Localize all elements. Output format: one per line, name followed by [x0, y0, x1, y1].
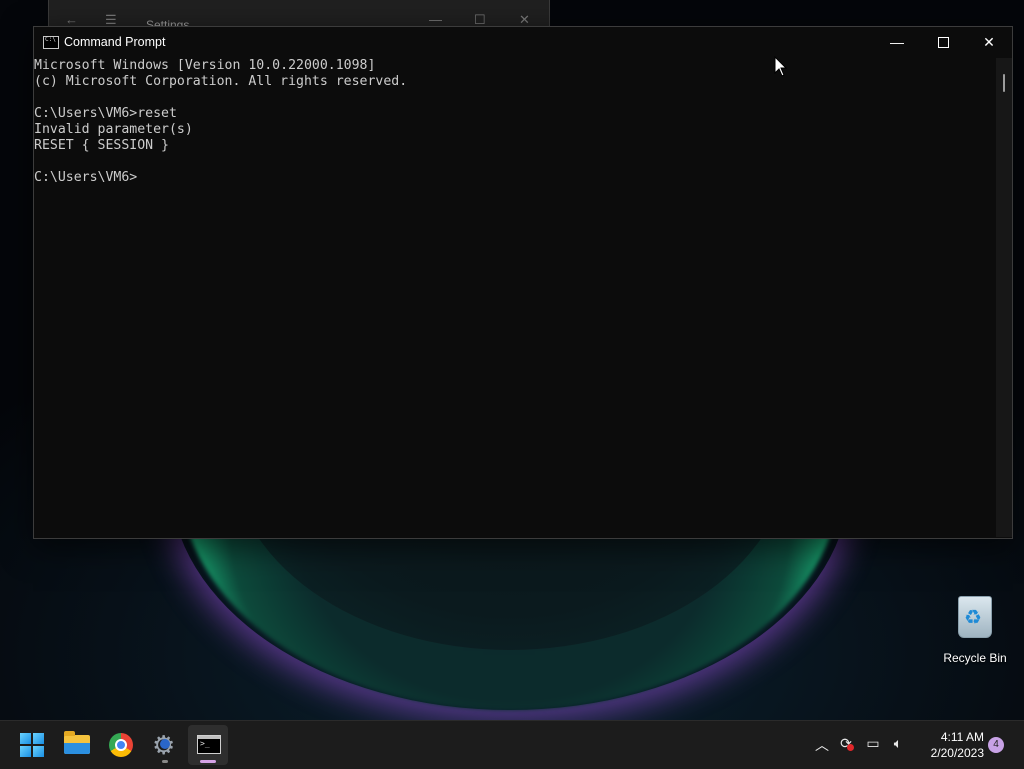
minimize-button[interactable]: — — [874, 27, 920, 58]
chrome-icon — [109, 733, 133, 757]
command-prompt-button[interactable] — [188, 725, 228, 765]
cmd-app-icon — [43, 36, 59, 49]
network-icon[interactable]: ▭ — [863, 735, 883, 752]
gear-center — [160, 739, 170, 749]
window-title: Command Prompt — [64, 35, 166, 49]
console-line: Invalid parameter(s) — [34, 122, 193, 137]
clock-date: 2/20/2023 — [930, 746, 984, 760]
close-icon: ✕ — [983, 34, 995, 50]
clock[interactable]: 4:11 AM 2/20/2023 — [914, 729, 984, 761]
clock-time: 4:11 AM — [940, 730, 984, 744]
settings-button[interactable]: ⚙ — [145, 725, 185, 765]
minimize-icon[interactable]: — — [429, 12, 442, 27]
command-prompt-window[interactable]: Command Prompt — ✕ Microsoft Windows [Ve… — [33, 26, 1013, 539]
console-line: RESET { SESSION } — [34, 138, 169, 153]
terminal-icon — [197, 735, 221, 754]
console-line: Microsoft Windows [Version 10.0.22000.10… — [34, 58, 376, 73]
console-output[interactable]: Microsoft Windows [Version 10.0.22000.10… — [34, 58, 996, 537]
error-dot-icon — [847, 744, 854, 751]
volume-icon[interactable]: 🔈︎ — [888, 735, 908, 752]
active-indicator — [200, 760, 216, 763]
taskbar: ⚙ ︿ ⟳ ▭ 🔈︎ 4:11 AM 2/20/2023 4 — [0, 720, 1024, 769]
console-line: C:\Users\VM6>reset — [34, 106, 177, 121]
notification-badge[interactable]: 4 — [988, 737, 1004, 753]
recycle-bin[interactable]: Recycle Bin — [940, 596, 1010, 665]
recycle-bin-label: Recycle Bin — [943, 651, 1007, 665]
chrome-button[interactable] — [101, 725, 141, 765]
file-explorer-button[interactable] — [57, 725, 97, 765]
chevron-up-icon[interactable]: ︿ — [812, 735, 832, 755]
vertical-scrollbar[interactable] — [996, 58, 1012, 537]
maximize-icon — [937, 36, 949, 48]
scrollbar-thumb[interactable] — [1003, 74, 1005, 92]
minimize-icon: — — [890, 34, 904, 50]
console-line: C:\Users\VM6> — [34, 170, 138, 185]
mouse-pointer-icon — [774, 56, 788, 77]
running-indicator — [162, 760, 168, 763]
maximize-button[interactable] — [920, 27, 966, 58]
console-line: (c) Microsoft Corporation. All rights re… — [34, 74, 408, 89]
folder-icon — [64, 731, 90, 754]
windows-logo-icon — [20, 733, 44, 757]
title-bar[interactable]: Command Prompt — ✕ — [34, 27, 1012, 58]
recycle-bin-icon — [958, 596, 992, 638]
start-button[interactable] — [12, 725, 52, 765]
close-button[interactable]: ✕ — [966, 27, 1012, 58]
back-arrow-icon[interactable]: ← — [65, 12, 78, 27]
